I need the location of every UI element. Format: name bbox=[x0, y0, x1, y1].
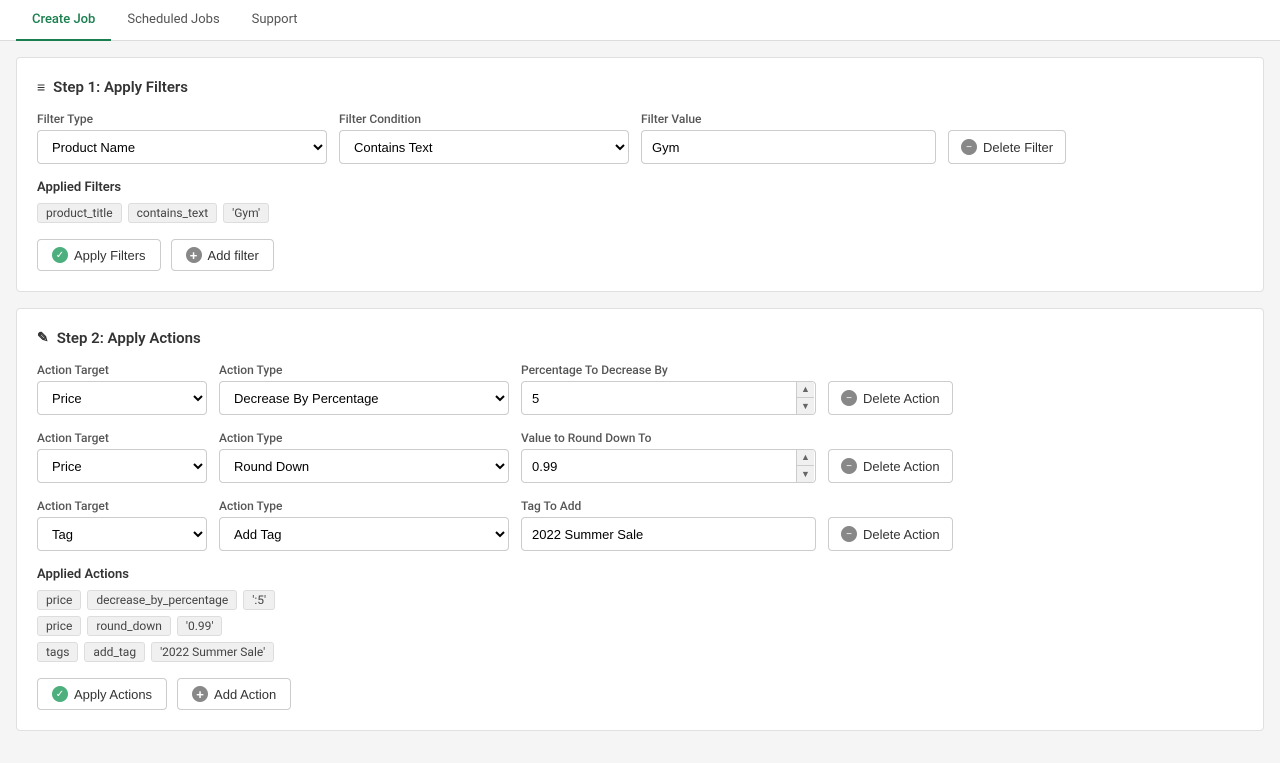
delete-action-icon-3: − bbox=[841, 526, 857, 542]
action-type-select-2[interactable]: Decrease By Percentage Increase By Perce… bbox=[219, 449, 509, 483]
tag-decrease-pct: decrease_by_percentage bbox=[87, 590, 237, 610]
filter-type-select[interactable]: Product Name Price Tag Vendor bbox=[37, 130, 327, 164]
filter-icon: ≡ bbox=[37, 79, 45, 96]
action-target-select-3[interactable]: Price Tag Compare Price bbox=[37, 517, 207, 551]
action-target-label-3: Action Target bbox=[37, 499, 207, 513]
tab-scheduled-jobs[interactable]: Scheduled Jobs bbox=[111, 0, 235, 41]
delete-action-button-3[interactable]: − Delete Action bbox=[828, 517, 953, 551]
main-content: ≡ Step 1: Apply Filters Filter Type Prod… bbox=[0, 41, 1280, 763]
spinner-down-2[interactable]: ▼ bbox=[796, 466, 814, 482]
delete-action-icon-1: − bbox=[841, 390, 857, 406]
filter-value-group: Filter Value bbox=[641, 112, 936, 164]
action-target-group-3: Action Target Price Tag Compare Price bbox=[37, 499, 207, 551]
tag-product-title: product_title bbox=[37, 203, 122, 223]
action-value-label-2: Value to Round Down To bbox=[521, 431, 816, 445]
applied-actions-row-1: price decrease_by_percentage ':5' bbox=[37, 590, 1243, 610]
check-icon-actions: ✓ bbox=[52, 686, 68, 702]
filter-type-label: Filter Type bbox=[37, 112, 327, 126]
check-icon: ✓ bbox=[52, 247, 68, 263]
step1-title: ≡ Step 1: Apply Filters bbox=[37, 78, 1243, 96]
filter-row: Filter Type Product Name Price Tag Vendo… bbox=[37, 112, 1243, 164]
tag-gym-value: 'Gym' bbox=[223, 203, 269, 223]
action-row-1: Action Target Price Tag Compare Price Ac… bbox=[37, 363, 1243, 415]
tag-summer-sale: '2022 Summer Sale' bbox=[151, 642, 274, 662]
spinners-1: ▲ ▼ bbox=[796, 382, 814, 414]
action-target-label-1: Action Target bbox=[37, 363, 207, 377]
spinners-2: ▲ ▼ bbox=[796, 450, 814, 482]
action-type-select-1[interactable]: Decrease By Percentage Increase By Perce… bbox=[219, 381, 509, 415]
action-type-label-3: Action Type bbox=[219, 499, 509, 513]
filter-condition-select[interactable]: Contains Text Does Not Contain Equals No… bbox=[339, 130, 629, 164]
apply-filters-button[interactable]: ✓ Apply Filters bbox=[37, 239, 161, 271]
action-value-label-3: Tag To Add bbox=[521, 499, 816, 513]
spinner-down-1[interactable]: ▼ bbox=[796, 398, 814, 414]
delete-action-button-1[interactable]: − Delete Action bbox=[828, 381, 953, 415]
applied-filters-tags: product_title contains_text 'Gym' bbox=[37, 203, 1243, 223]
action-target-group-1: Action Target Price Tag Compare Price bbox=[37, 363, 207, 415]
tab-support[interactable]: Support bbox=[236, 0, 314, 41]
action-value-wrapper-1: ▲ ▼ bbox=[521, 381, 816, 415]
applied-filters-section: Applied Filters product_title contains_t… bbox=[37, 180, 1243, 223]
plus-icon-action: + bbox=[192, 686, 208, 702]
action-target-select-2[interactable]: Price Tag Compare Price bbox=[37, 449, 207, 483]
apply-actions-button[interactable]: ✓ Apply Actions bbox=[37, 678, 167, 710]
action-type-select-3[interactable]: Decrease By Percentage Increase By Perce… bbox=[219, 517, 509, 551]
spinner-up-1[interactable]: ▲ bbox=[796, 382, 814, 398]
action-value-label-1: Percentage To Decrease By bbox=[521, 363, 816, 377]
filter-value-input[interactable] bbox=[641, 130, 936, 164]
delete-action-button-2[interactable]: − Delete Action bbox=[828, 449, 953, 483]
action-value-input-3[interactable] bbox=[521, 517, 816, 551]
action-value-group-3: Tag To Add bbox=[521, 499, 816, 551]
pencil-icon: ✎ bbox=[37, 330, 49, 346]
action-target-select-1[interactable]: Price Tag Compare Price bbox=[37, 381, 207, 415]
action-value-input-2[interactable] bbox=[521, 449, 816, 483]
action-type-group-2: Action Type Decrease By Percentage Incre… bbox=[219, 431, 509, 483]
action-target-label-2: Action Target bbox=[37, 431, 207, 445]
tab-create-job[interactable]: Create Job bbox=[16, 0, 111, 41]
filter-type-group: Filter Type Product Name Price Tag Vendo… bbox=[37, 112, 327, 164]
action-value-wrapper-2: ▲ ▼ bbox=[521, 449, 816, 483]
applied-actions-row-2: price round_down '0.99' bbox=[37, 616, 1243, 636]
step1-card: ≡ Step 1: Apply Filters Filter Type Prod… bbox=[16, 57, 1264, 292]
tag-price-2: price bbox=[37, 616, 81, 636]
step2-title: ✎ Step 2: Apply Actions bbox=[37, 329, 1243, 347]
tag-tags: tags bbox=[37, 642, 78, 662]
action-value-group-1: Percentage To Decrease By ▲ ▼ bbox=[521, 363, 816, 415]
action-row-2: Action Target Price Tag Compare Price Ac… bbox=[37, 431, 1243, 483]
filter-value-label: Filter Value bbox=[641, 112, 936, 126]
action-actions-row: ✓ Apply Actions + Add Action bbox=[37, 678, 1243, 710]
filter-condition-group: Filter Condition Contains Text Does Not … bbox=[339, 112, 629, 164]
step2-card: ✎ Step 2: Apply Actions Action Target Pr… bbox=[16, 308, 1264, 731]
filter-condition-label: Filter Condition bbox=[339, 112, 629, 126]
action-value-input-1[interactable] bbox=[521, 381, 816, 415]
add-filter-button[interactable]: + Add filter bbox=[171, 239, 274, 271]
applied-filters-label: Applied Filters bbox=[37, 180, 1243, 195]
tag-contains-text: contains_text bbox=[128, 203, 218, 223]
tab-bar: Create Job Scheduled Jobs Support bbox=[0, 0, 1280, 41]
filter-actions-row: ✓ Apply Filters + Add filter bbox=[37, 239, 1243, 271]
delete-filter-icon: − bbox=[961, 139, 977, 155]
applied-actions-row-3: tags add_tag '2022 Summer Sale' bbox=[37, 642, 1243, 662]
spinner-up-2[interactable]: ▲ bbox=[796, 450, 814, 466]
tag-add-tag: add_tag bbox=[84, 642, 145, 662]
action-value-group-2: Value to Round Down To ▲ ▼ bbox=[521, 431, 816, 483]
delete-action-icon-2: − bbox=[841, 458, 857, 474]
action-type-label-1: Action Type bbox=[219, 363, 509, 377]
tag-price-1: price bbox=[37, 590, 81, 610]
action-target-group-2: Action Target Price Tag Compare Price bbox=[37, 431, 207, 483]
tag-value-5: ':5' bbox=[243, 590, 275, 610]
tag-value-099: '0.99' bbox=[177, 616, 223, 636]
applied-actions-section: Applied Actions price decrease_by_percen… bbox=[37, 567, 1243, 662]
action-row-3: Action Target Price Tag Compare Price Ac… bbox=[37, 499, 1243, 551]
delete-filter-button[interactable]: − Delete Filter bbox=[948, 130, 1066, 164]
action-type-group-1: Action Type Decrease By Percentage Incre… bbox=[219, 363, 509, 415]
plus-icon: + bbox=[186, 247, 202, 263]
applied-actions-label: Applied Actions bbox=[37, 567, 1243, 582]
add-action-button[interactable]: + Add Action bbox=[177, 678, 291, 710]
tag-round-down: round_down bbox=[87, 616, 170, 636]
action-type-label-2: Action Type bbox=[219, 431, 509, 445]
action-type-group-3: Action Type Decrease By Percentage Incre… bbox=[219, 499, 509, 551]
